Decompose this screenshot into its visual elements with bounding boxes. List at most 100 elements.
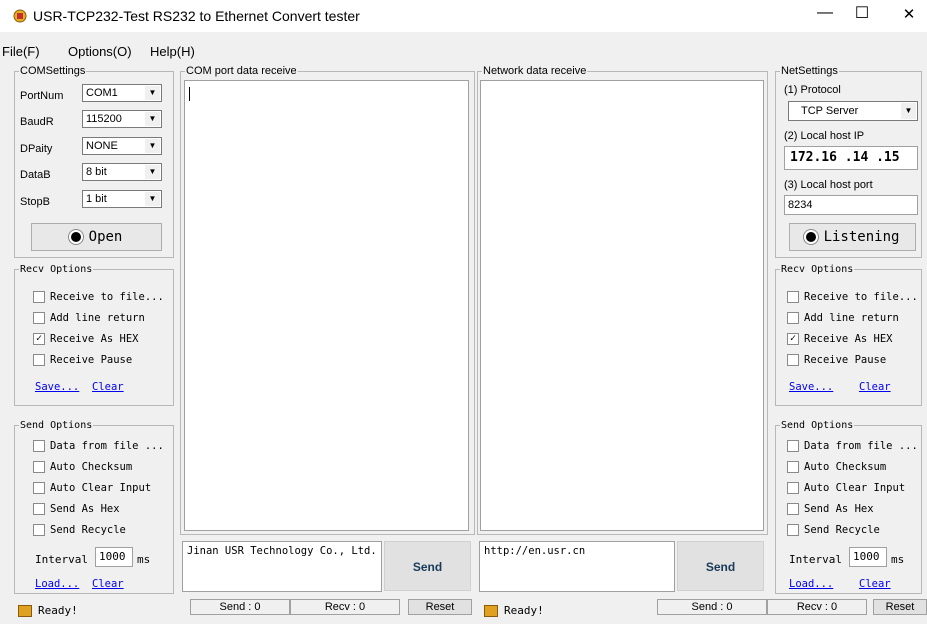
- net-send-input[interactable]: http://en.usr.cn: [479, 541, 675, 592]
- maximize-button[interactable]: ☐: [852, 3, 872, 23]
- net-reset-button[interactable]: Reset: [873, 599, 927, 615]
- com-send-count: Send : 0: [190, 599, 290, 615]
- left-interval-unit: ms: [137, 553, 151, 566]
- net-receive-area[interactable]: [480, 80, 764, 531]
- option-checkbox[interactable]: Data from file ...: [787, 436, 918, 457]
- window-title: USR-TCP232-Test RS232 to Ethernet Conver…: [33, 8, 360, 24]
- com-field-label: BaudR: [20, 116, 54, 128]
- checkbox-icon: [787, 461, 799, 473]
- local-port-input[interactable]: 8234: [784, 195, 918, 215]
- checkbox-icon: [33, 524, 45, 536]
- option-checkbox[interactable]: Send Recycle: [33, 520, 126, 541]
- option-checkbox[interactable]: Receive Pause: [787, 350, 886, 371]
- checkbox-icon: [787, 440, 799, 452]
- option-label: Receive Pause: [50, 354, 133, 366]
- right-interval-label: Interval: [789, 553, 842, 566]
- ready-icon: [18, 605, 32, 617]
- option-label: Receive to file...: [50, 291, 164, 303]
- ready-icon: [484, 605, 498, 617]
- net-recv-count: Recv : 0: [767, 599, 867, 615]
- option-checkbox[interactable]: Add line return: [33, 308, 145, 329]
- com-send-input[interactable]: Jinan USR Technology Co., Ltd.: [182, 541, 382, 592]
- menu-options[interactable]: Options(O): [68, 44, 132, 59]
- com-settings-legend: COMSettings: [20, 65, 86, 77]
- com-field-value: 115200: [86, 113, 122, 125]
- com-field-value: 1 bit: [86, 193, 107, 205]
- option-checkbox[interactable]: Auto Clear Input: [33, 478, 151, 499]
- left-load-link[interactable]: Load...: [35, 578, 79, 590]
- right-interval-unit: ms: [891, 553, 905, 566]
- chevron-down-icon: ▼: [145, 165, 160, 179]
- checkbox-icon: [787, 312, 799, 324]
- net-send-count: Send : 0: [657, 599, 767, 615]
- com-field-label: DPaity: [20, 143, 53, 155]
- option-checkbox[interactable]: Send As Hex: [787, 499, 874, 520]
- option-checkbox[interactable]: Receive to file...: [787, 287, 918, 308]
- title-bar: USR-TCP232-Test RS232 to Ethernet Conver…: [0, 0, 927, 32]
- protocol-value: TCP Server: [801, 105, 859, 117]
- com-field-select[interactable]: 1 bit ▼: [82, 190, 162, 208]
- net-send-button[interactable]: Send: [677, 541, 764, 591]
- right-save-link[interactable]: Save...: [789, 381, 833, 393]
- com-send-button[interactable]: Send: [384, 541, 471, 591]
- option-checkbox[interactable]: Receive to file...: [33, 287, 164, 308]
- right-load-link[interactable]: Load...: [789, 578, 833, 590]
- com-field-label: StopB: [20, 196, 50, 208]
- left-recv-clear-link[interactable]: Clear: [92, 381, 124, 393]
- right-recv-clear-link[interactable]: Clear: [859, 381, 891, 393]
- listening-button[interactable]: Listening: [789, 223, 916, 251]
- option-checkbox[interactable]: ✓ Receive As HEX: [787, 329, 893, 350]
- com-field-label: PortNum: [20, 90, 64, 102]
- protocol-select[interactable]: TCP Server ▼: [788, 101, 918, 121]
- com-receive-area[interactable]: [184, 80, 469, 531]
- com-field-value: COM1: [86, 87, 118, 99]
- option-label: Auto Checksum: [804, 461, 887, 473]
- com-field-value: 8 bit: [86, 166, 107, 178]
- menu-file[interactable]: File(F): [2, 44, 40, 59]
- open-label: Open: [88, 229, 123, 245]
- minimize-button[interactable]: —: [815, 4, 835, 22]
- com-field-select[interactable]: COM1 ▼: [82, 84, 162, 102]
- option-checkbox[interactable]: Auto Clear Input: [787, 478, 905, 499]
- option-label: Receive As HEX: [804, 333, 893, 345]
- ready-status-left: Ready!: [18, 604, 78, 617]
- option-checkbox[interactable]: Auto Checksum: [787, 457, 886, 478]
- option-label: Auto Checksum: [50, 461, 133, 473]
- com-field-select[interactable]: 115200 ▼: [82, 110, 162, 128]
- close-button[interactable]: ✕: [899, 5, 919, 23]
- right-send-clear-link[interactable]: Clear: [859, 578, 891, 590]
- option-checkbox[interactable]: Add line return: [787, 308, 899, 329]
- left-interval-input[interactable]: 1000: [95, 547, 133, 567]
- option-checkbox[interactable]: Auto Checksum: [33, 457, 132, 478]
- local-ip-input[interactable]: 172.16 .14 .15: [784, 146, 918, 170]
- left-save-link[interactable]: Save...: [35, 381, 79, 393]
- chevron-down-icon: ▼: [145, 86, 160, 100]
- checkbox-icon: [33, 291, 45, 303]
- checkbox-icon: [33, 461, 45, 473]
- left-interval-label: Interval: [35, 553, 88, 566]
- com-field-select[interactable]: NONE ▼: [82, 137, 162, 155]
- option-checkbox[interactable]: Send Recycle: [787, 520, 880, 541]
- right-interval-input[interactable]: 1000: [849, 547, 887, 567]
- chevron-down-icon: ▼: [145, 112, 160, 126]
- com-reset-button[interactable]: Reset: [408, 599, 472, 615]
- option-label: Receive Pause: [804, 354, 887, 366]
- left-send-clear-link[interactable]: Clear: [92, 578, 124, 590]
- text-cursor: [189, 87, 190, 101]
- open-radio-icon: [70, 232, 81, 242]
- chevron-down-icon: ▼: [145, 192, 160, 206]
- checkbox-icon: [33, 503, 45, 515]
- checkbox-checked-icon: ✓: [33, 333, 45, 345]
- option-checkbox[interactable]: Send As Hex: [33, 499, 120, 520]
- checkbox-icon: [787, 291, 799, 303]
- option-label: Add line return: [50, 312, 145, 324]
- option-checkbox[interactable]: ✓ Receive As HEX: [33, 329, 139, 350]
- option-checkbox[interactable]: Data from file ...: [33, 436, 164, 457]
- com-field-select[interactable]: 8 bit ▼: [82, 163, 162, 181]
- option-label: Receive As HEX: [50, 333, 139, 345]
- option-label: Data from file ...: [804, 440, 918, 452]
- right-send-legend: Send Options: [781, 420, 854, 431]
- option-checkbox[interactable]: Receive Pause: [33, 350, 132, 371]
- menu-help[interactable]: Help(H): [150, 44, 195, 59]
- open-button[interactable]: Open: [31, 223, 162, 251]
